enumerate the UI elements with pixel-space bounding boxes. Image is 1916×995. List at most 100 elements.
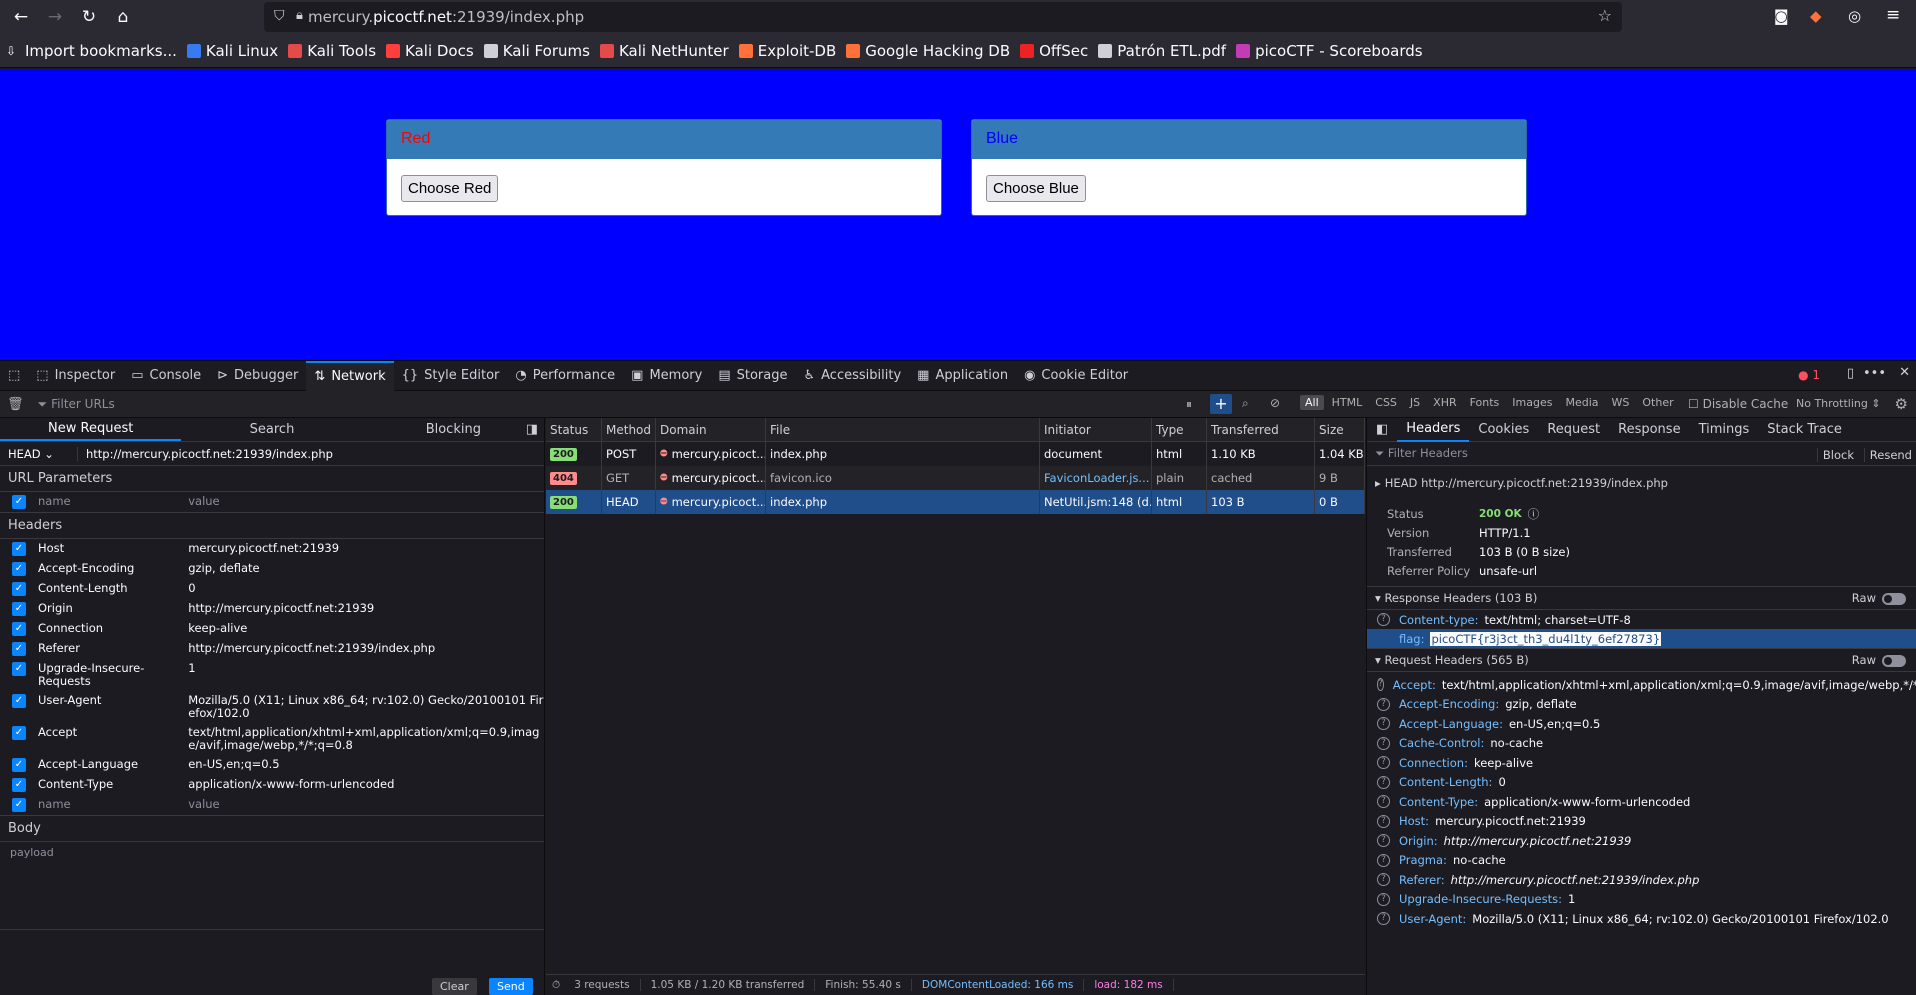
header-name[interactable]: Content-Type xyxy=(38,778,188,791)
help-icon[interactable]: ⓘ xyxy=(1528,506,1540,522)
header-checkbox[interactable]: ✓ xyxy=(12,694,26,708)
home-icon[interactable]: ⌂ xyxy=(110,4,136,30)
filter-media[interactable]: Media xyxy=(1560,395,1603,410)
header-checkbox[interactable]: ✓ xyxy=(12,662,26,676)
disable-cache-checkbox[interactable]: ☐ Disable Cache xyxy=(1688,397,1788,411)
help-icon[interactable]: ? xyxy=(1377,873,1390,887)
filter-fonts[interactable]: Fonts xyxy=(1465,395,1505,410)
filter-html[interactable]: HTML xyxy=(1327,395,1368,410)
raw-toggle[interactable]: Raw xyxy=(1852,591,1906,605)
extension-icon[interactable]: ◆ xyxy=(1810,7,1822,25)
header-checkbox[interactable]: ✓ xyxy=(12,778,26,792)
header-value[interactable]: Mozilla/5.0 (X11; Linux x86_64; rv:102.0… xyxy=(188,694,544,720)
request-header-row[interactable]: ? Upgrade-Insecure-Requests: 1 xyxy=(1367,890,1916,910)
bookmark-item[interactable]: Kali Docs xyxy=(386,42,474,60)
tab-response[interactable]: Response xyxy=(1609,418,1689,442)
response-header-row[interactable]: ?flag:picoCTF{r3j3ct_th3_du4l1ty_6ef2787… xyxy=(1367,629,1916,648)
header-name[interactable]: Accept-Encoding xyxy=(38,562,188,575)
help-icon[interactable]: ? xyxy=(1377,613,1390,626)
header-name[interactable]: Referer xyxy=(38,642,188,655)
trash-icon[interactable]: 🗑︎ xyxy=(7,397,24,412)
request-header-row[interactable]: ? Content-Length: 0 xyxy=(1367,773,1916,793)
response-headers-section[interactable]: ▾ Response Headers (103 B) Raw xyxy=(1367,586,1916,610)
timer-icon[interactable]: ⏱ xyxy=(552,979,560,992)
pause-icon[interactable]: ⏸ xyxy=(1186,397,1192,412)
param-value-input[interactable]: value xyxy=(188,495,544,508)
filter-urls-input[interactable]: Filter URLs xyxy=(51,397,1151,411)
bookmark-item[interactable]: Exploit-DB xyxy=(738,42,836,60)
header-value[interactable]: gzip, deflate xyxy=(188,562,544,575)
send-button[interactable]: Send xyxy=(489,978,533,995)
header-checkbox[interactable]: ✓ xyxy=(12,622,26,636)
tab-network[interactable]: ⇅ Network xyxy=(306,360,394,391)
header-checkbox[interactable]: ✓ xyxy=(12,642,26,656)
bookmark-item[interactable]: OffSec xyxy=(1020,42,1088,60)
close-icon[interactable]: ✕ xyxy=(1899,365,1910,380)
header-checkbox[interactable]: ✓ xyxy=(12,582,26,596)
request-header-row[interactable]: ? Connection: keep-alive xyxy=(1367,753,1916,773)
more-icon[interactable]: ••• xyxy=(1863,366,1886,381)
bookmark-item[interactable]: ⇩ Import bookmarks... xyxy=(6,42,177,60)
header-checkbox[interactable]: ✓ xyxy=(12,542,26,556)
help-icon[interactable]: ? xyxy=(1377,697,1390,711)
header-checkbox[interactable]: ✓ xyxy=(12,758,26,772)
shield-icon[interactable]: ⛉ xyxy=(274,8,285,24)
header-value[interactable]: text/html,application/xhtml+xml,applicat… xyxy=(188,726,544,752)
tab-stack-trace[interactable]: Stack Trace xyxy=(1758,418,1851,442)
tab-request[interactable]: Request xyxy=(1538,418,1609,442)
header-value[interactable]: 1 xyxy=(188,662,544,675)
body-textarea[interactable]: payload xyxy=(0,842,544,930)
raw-toggle-request[interactable]: Raw xyxy=(1852,653,1906,667)
bookmark-item[interactable]: Patrón ETL.pdf xyxy=(1098,42,1226,60)
tab-inspector[interactable]: ⬚ Inspector xyxy=(28,361,123,391)
method-select[interactable]: HEAD ⌄ xyxy=(0,446,78,461)
request-header-row[interactable]: ? Cache-Control: no-cache xyxy=(1367,734,1916,754)
request-url-input[interactable]: http://mercury.picoctf.net:21939/index.p… xyxy=(78,447,333,461)
help-icon[interactable]: ? xyxy=(1377,717,1390,731)
request-summary[interactable]: ▸ HEAD http://mercury.picoctf.net:21939/… xyxy=(1367,466,1916,500)
param-checkbox[interactable]: ✓ xyxy=(12,495,26,509)
column-transferred[interactable]: Transferred xyxy=(1207,418,1315,441)
tab-headers[interactable]: Headers xyxy=(1397,418,1470,442)
header-value[interactable]: keep-alive xyxy=(188,622,544,635)
help-icon[interactable]: ? xyxy=(1377,678,1384,692)
help-icon[interactable]: ? xyxy=(1377,795,1390,809)
filter-js[interactable]: JS xyxy=(1405,395,1425,410)
bookmark-item[interactable]: picoCTF - Scoreboards xyxy=(1236,42,1423,60)
star-icon[interactable]: ☆ xyxy=(1598,6,1612,25)
bookmark-item[interactable]: Kali NetHunter xyxy=(599,42,729,60)
header-name[interactable]: Upgrade-Insecure-Requests xyxy=(38,662,188,688)
forward-icon[interactable]: → xyxy=(42,4,68,30)
dock-icon[interactable]: ▯ xyxy=(1847,366,1854,381)
header-name[interactable]: Content-Length xyxy=(38,582,188,595)
header-name[interactable]: Host xyxy=(38,542,188,555)
header-value[interactable]: mercury.picoctf.net:21939 xyxy=(188,542,544,555)
filter-other[interactable]: Other xyxy=(1637,395,1678,410)
search-icon[interactable]: ⌕ xyxy=(1242,396,1249,411)
column-domain[interactable]: Domain xyxy=(656,418,766,441)
resend-button[interactable]: Resend xyxy=(1863,448,1912,462)
header-checkbox[interactable]: ✓ xyxy=(12,562,26,576)
tab-debugger[interactable]: ⊳ Debugger xyxy=(209,361,306,391)
filter-all[interactable]: All xyxy=(1300,395,1324,410)
request-header-row[interactable]: ? Accept: text/html,application/xhtml+xml,… xyxy=(1367,675,1916,695)
block-button[interactable]: Block xyxy=(1816,448,1854,462)
column-method[interactable]: Method xyxy=(602,418,656,441)
tab-search[interactable]: Search xyxy=(181,418,362,441)
header-value-input[interactable]: value xyxy=(188,798,544,811)
header-checkbox[interactable]: ✓ xyxy=(12,726,26,740)
filter-css[interactable]: CSS xyxy=(1370,395,1402,410)
request-header-row[interactable]: ? Origin: http://mercury.picoctf.net:21939 xyxy=(1367,831,1916,851)
menu-icon[interactable]: ≡ xyxy=(1886,5,1900,25)
tab-new-request[interactable]: New Request xyxy=(0,418,182,441)
url-bar[interactable]: ⛉ 🔒︎ mercury.picoctf.net:21939/index.php… xyxy=(264,2,1622,32)
table-row[interactable]: 200 POST ⛔︎ mercury.picoct... index.php docum… xyxy=(546,442,1365,466)
filter-images[interactable]: Images xyxy=(1507,395,1557,410)
tab-storage[interactable]: ▤ Storage xyxy=(710,361,795,391)
header-name[interactable]: Connection xyxy=(38,622,188,635)
response-header-row[interactable]: ? Content-type: text/html; charset=UTF-8 xyxy=(1367,610,1916,629)
request-header-row[interactable]: ? User-Agent: Mozilla/5.0 (X11; Linux x86_… xyxy=(1367,909,1916,929)
header-name[interactable]: Accept xyxy=(38,726,188,739)
back-icon[interactable]: ← xyxy=(8,4,34,30)
column-type[interactable]: Type xyxy=(1152,418,1207,441)
